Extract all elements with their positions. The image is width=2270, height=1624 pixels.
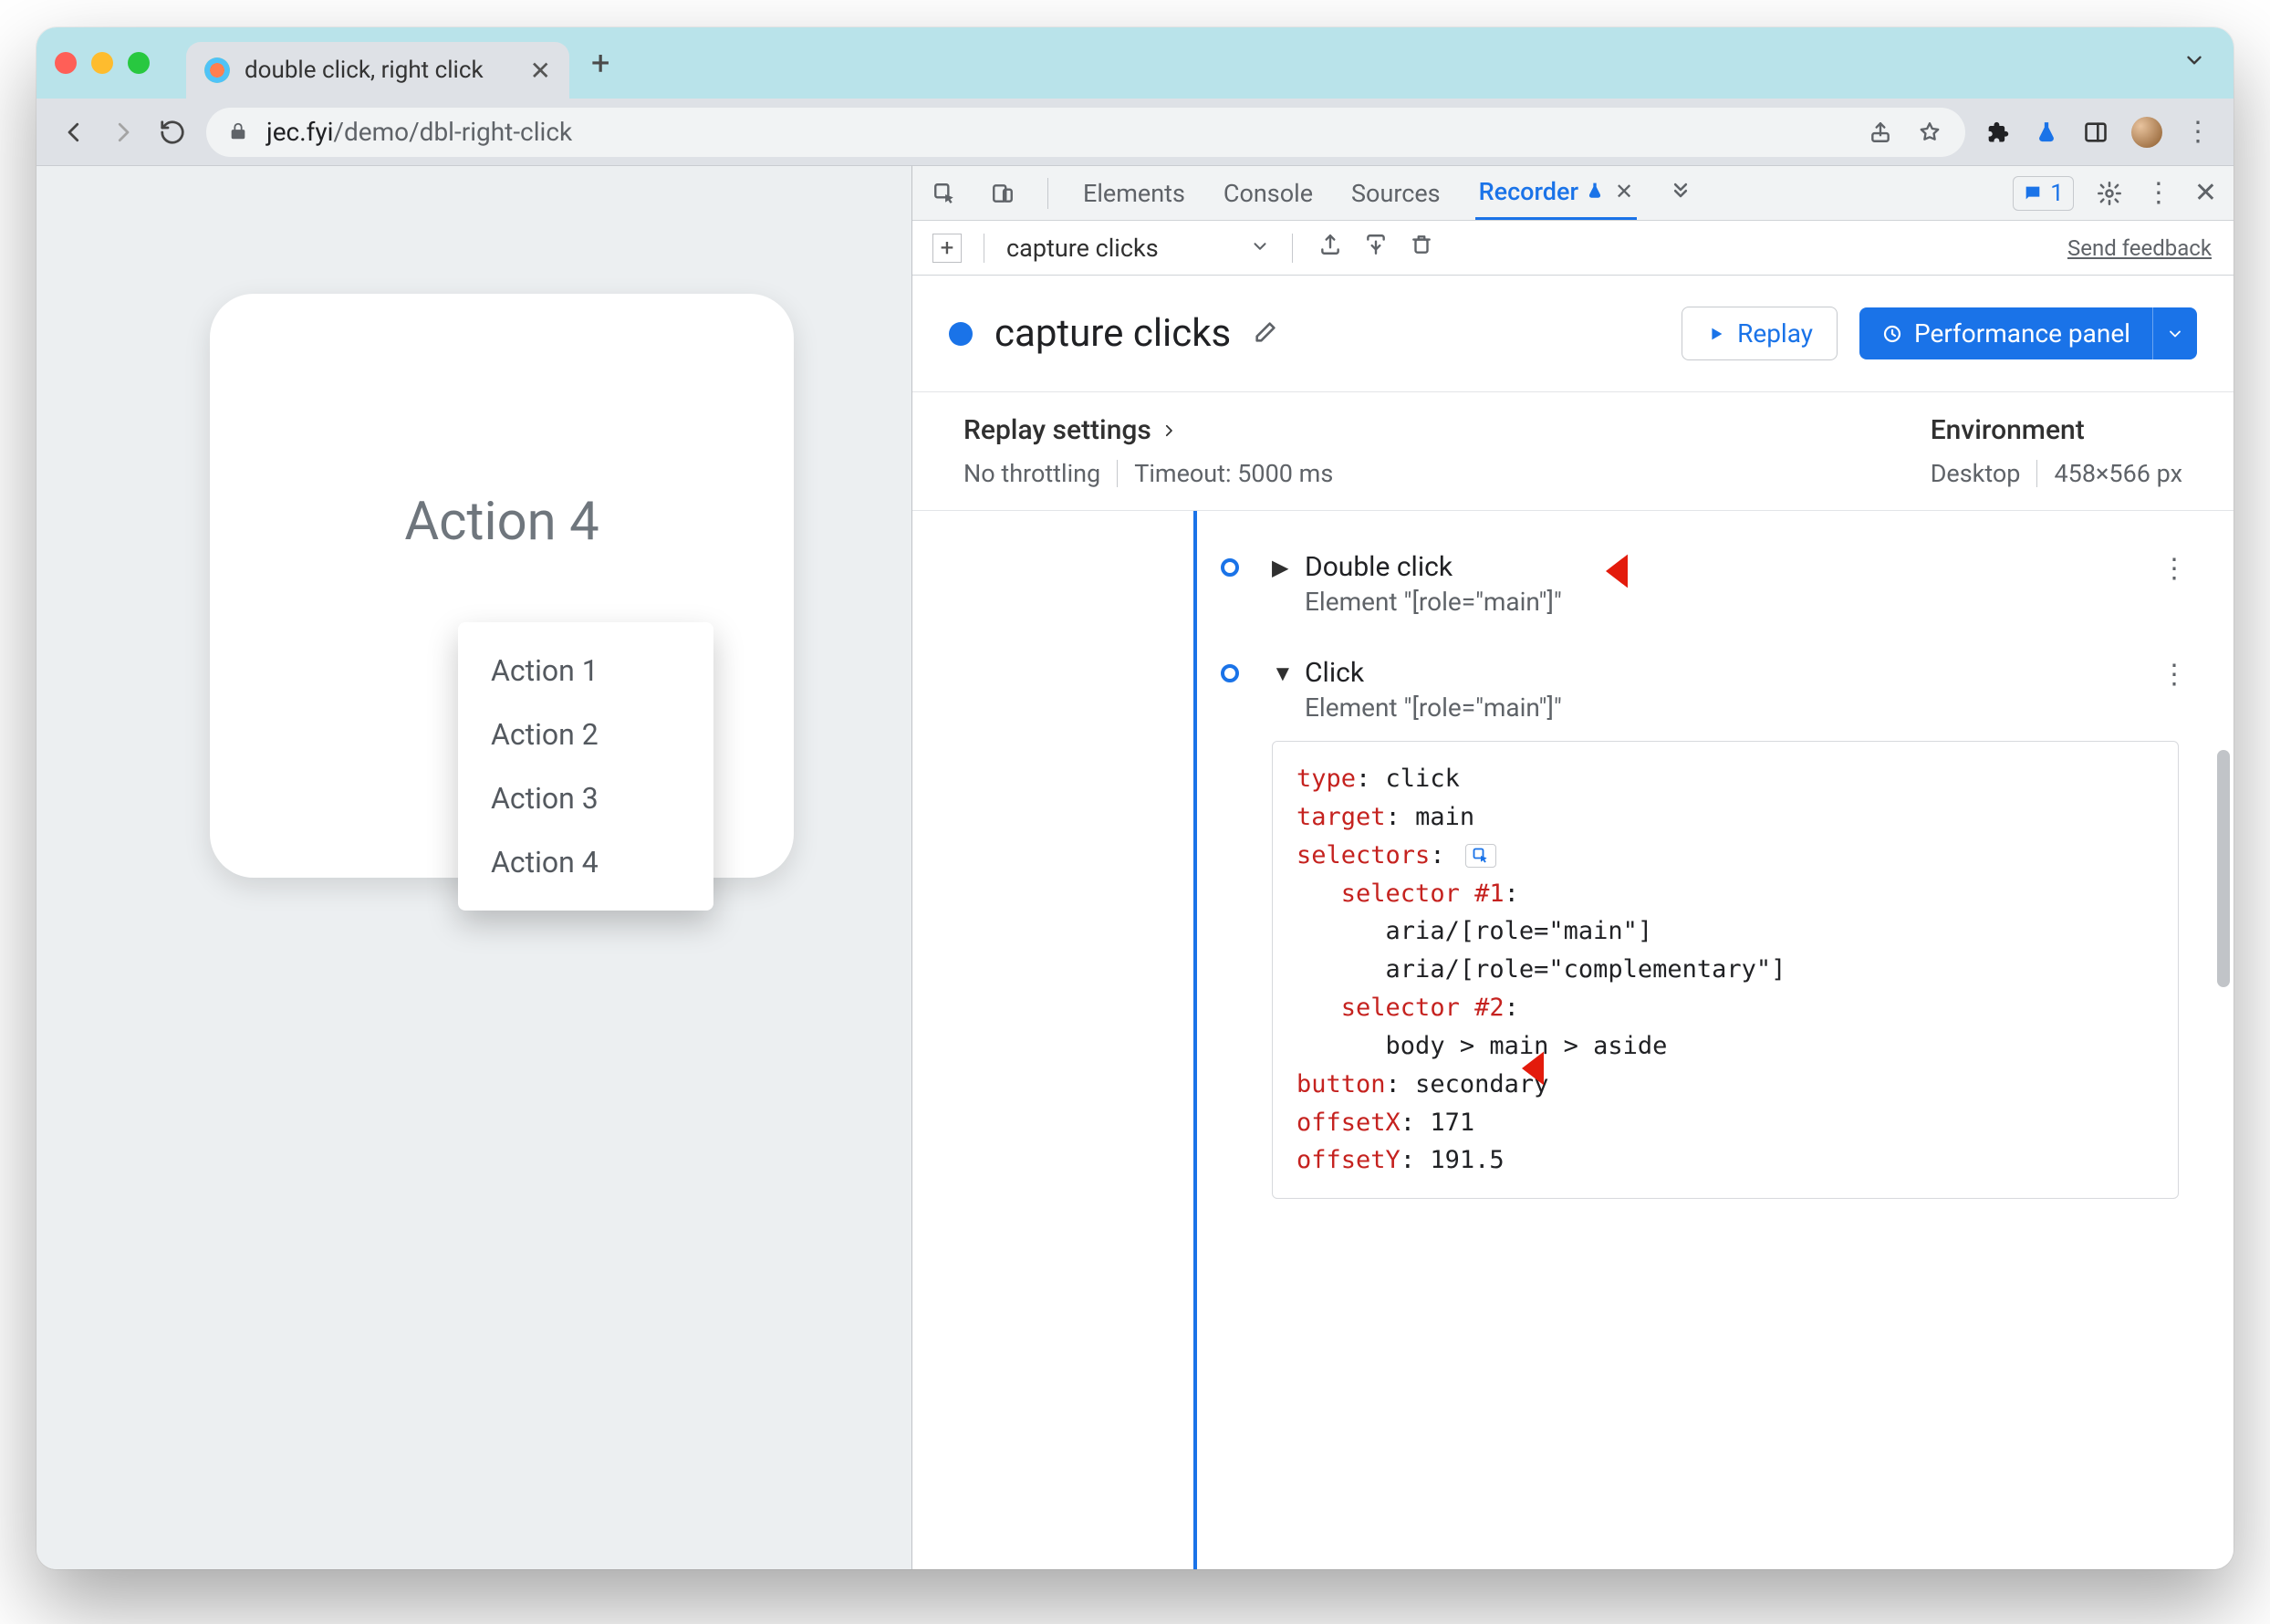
context-menu-item[interactable]: Action 1	[458, 639, 713, 703]
annotation-arrow-icon	[1522, 1043, 1595, 1094]
tabs-dropdown-button[interactable]	[2182, 48, 2206, 78]
selector-picker-icon[interactable]	[1465, 844, 1496, 868]
annotation-arrow-icon	[1606, 546, 1679, 597]
timeout-value: Timeout: 5000 ms	[1134, 459, 1333, 488]
browser-menu-button[interactable]: ⋮	[2184, 116, 2212, 148]
window-minimize-button[interactable]	[91, 52, 113, 74]
environment-device: Desktop	[1931, 459, 2021, 488]
browser-window: double click, right click ✕ +	[36, 27, 2234, 1569]
new-recording-button[interactable]: +	[932, 234, 962, 263]
step-title: Click	[1305, 657, 1562, 689]
step-menu-button[interactable]: ⋮	[2161, 659, 2188, 691]
performance-panel-label: Performance panel	[1914, 318, 2130, 349]
replay-settings-label: Replay settings	[963, 414, 1151, 446]
url-text: jec.fyi/demo/dbl-right-click	[266, 117, 572, 147]
context-menu: Action 1 Action 2 Action 3 Action 4	[458, 622, 713, 911]
steps-panel[interactable]: ▶ Double click Element "[role="main"]" ⋮	[912, 511, 2234, 1569]
lock-icon	[228, 121, 250, 143]
step-double-click: ▶ Double click Element "[role="main"]" ⋮	[1223, 531, 2197, 637]
devtools-menu-button[interactable]: ⋮	[2145, 177, 2172, 209]
step-expand-toggle[interactable]: ▼	[1272, 661, 1290, 687]
settings-gear-icon[interactable]	[2096, 180, 2123, 207]
recorder-toolbar: + capture clicks	[912, 221, 2234, 276]
step-node-icon	[1221, 558, 1239, 577]
tabs-overflow-button[interactable]	[1668, 177, 1693, 209]
issues-badge[interactable]: 1	[2013, 176, 2074, 211]
environment-size: 458×566 px	[2054, 459, 2182, 488]
delete-icon[interactable]	[1410, 233, 1433, 263]
share-icon[interactable]	[1867, 119, 1894, 146]
toolbar: jec.fyi/demo/dbl-right-click	[36, 99, 2234, 166]
extension-icons: ⋮	[1984, 116, 2212, 148]
scrollbar-thumb[interactable]	[2217, 750, 2230, 987]
send-feedback-link[interactable]: Send feedback	[2067, 235, 2212, 261]
tab-close-button[interactable]: ✕	[530, 56, 551, 86]
performance-panel-button-group: Performance panel	[1859, 307, 2197, 359]
extensions-puzzle-icon[interactable]	[1984, 119, 2011, 146]
recording-select-label: capture clicks	[1006, 234, 1159, 263]
step-title: Double click	[1305, 551, 1562, 583]
context-menu-item[interactable]: Action 2	[458, 703, 713, 766]
issues-count: 1	[2050, 180, 2064, 207]
device-toggle-icon[interactable]	[989, 180, 1016, 207]
export-icon[interactable]	[1318, 233, 1342, 263]
performance-panel-button[interactable]: Performance panel	[1859, 307, 2152, 359]
devtools-close-button[interactable]: ✕	[2194, 177, 2217, 209]
step-subtitle: Element "[role="main"]"	[1305, 692, 1562, 723]
tab-strip: double click, right click ✕ +	[36, 27, 2234, 99]
import-icon[interactable]	[1364, 233, 1388, 263]
tab-title: double click, right click	[245, 57, 515, 84]
tab-recorder[interactable]: Recorder ✕	[1475, 166, 1638, 220]
edit-title-button[interactable]	[1253, 319, 1278, 349]
replay-button-label: Replay	[1737, 318, 1813, 349]
favicon-icon	[204, 57, 230, 83]
star-icon[interactable]	[1916, 119, 1943, 146]
chevron-down-icon	[1250, 234, 1270, 263]
step-menu-button[interactable]: ⋮	[2161, 553, 2188, 585]
step-subtitle: Element "[role="main"]"	[1305, 587, 1562, 617]
context-menu-item[interactable]: Action 3	[458, 766, 713, 830]
step-node-icon	[1221, 664, 1239, 682]
flask-icon	[1586, 177, 1604, 206]
profile-avatar[interactable]	[2131, 117, 2162, 148]
environment-label: Environment	[1931, 414, 2182, 446]
new-tab-button[interactable]: +	[591, 44, 609, 82]
performance-panel-dropdown[interactable]	[2152, 307, 2197, 359]
demo-card-title: Action 4	[404, 491, 599, 553]
tab-elements[interactable]: Elements	[1079, 166, 1189, 220]
tab-console[interactable]: Console	[1220, 166, 1317, 220]
forward-button[interactable]	[108, 117, 139, 148]
timeline-line	[1193, 511, 1197, 1569]
throttling-value: No throttling	[963, 459, 1100, 488]
replay-button[interactable]: Replay	[1682, 307, 1838, 360]
recording-select[interactable]: capture clicks	[1006, 234, 1270, 263]
window-zoom-button[interactable]	[128, 52, 150, 74]
record-indicator-icon	[949, 322, 973, 346]
devtools-panel: Elements Console Sources Recorder ✕	[912, 166, 2234, 1569]
window-close-button[interactable]	[55, 52, 77, 74]
replay-settings-toggle[interactable]: Replay settings	[963, 414, 1333, 446]
devtools-tabbar: Elements Console Sources Recorder ✕	[912, 166, 2234, 221]
step-expand-toggle[interactable]: ▶	[1272, 555, 1290, 580]
tab-close-icon[interactable]: ✕	[1615, 179, 1633, 204]
side-panel-icon[interactable]	[2082, 119, 2109, 146]
recording-title: capture clicks	[994, 311, 1231, 356]
page-content[interactable]: Action 4 Action 1 Action 2 Action 3 Acti…	[36, 166, 912, 1569]
recorder-settings: Replay settings No throttling Timeout: 5…	[912, 392, 2234, 511]
reload-button[interactable]	[157, 117, 188, 148]
tab-sources[interactable]: Sources	[1348, 166, 1444, 220]
step-click: ▼ Click Element "[role="main"]" ⋮ type: …	[1223, 637, 2197, 1219]
step-details-code[interactable]: type: click target: main selectors: sele…	[1272, 741, 2179, 1199]
browser-tab[interactable]: double click, right click ✕	[186, 42, 569, 99]
omnibox[interactable]: jec.fyi/demo/dbl-right-click	[206, 108, 1965, 157]
back-button[interactable]	[58, 117, 89, 148]
tab-recorder-label: Recorder	[1479, 177, 1578, 206]
experiments-flask-icon[interactable]	[2033, 119, 2060, 146]
context-menu-item[interactable]: Action 4	[458, 830, 713, 894]
traffic-lights	[55, 52, 150, 74]
inspect-element-icon[interactable]	[931, 180, 958, 207]
recorder-header: capture clicks Replay Performance panel	[912, 276, 2234, 392]
